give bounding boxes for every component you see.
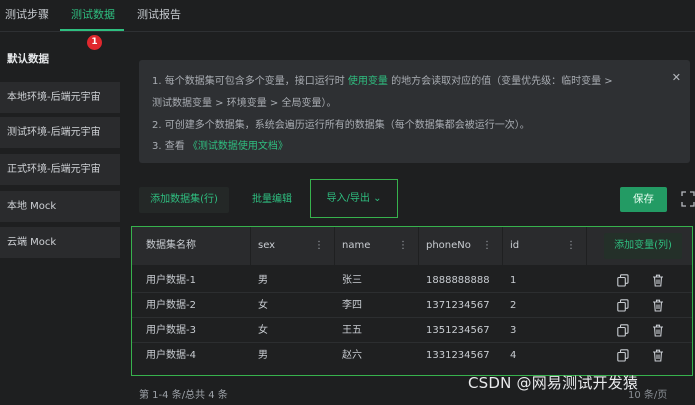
import-export-label: 导入/导出 — [326, 193, 370, 204]
column-menu-icon[interactable]: ⋮ — [482, 227, 492, 265]
column-divider — [502, 227, 503, 265]
batch-edit-button[interactable]: 批量编辑 — [243, 187, 301, 213]
active-tab-indicator — [60, 29, 124, 31]
cell-phone[interactable]: 1888888888 — [426, 268, 490, 293]
cell-dataset[interactable]: 用户数据-1 — [146, 268, 196, 293]
cell-dataset[interactable]: 用户数据-3 — [146, 318, 196, 343]
tab-test-data[interactable]: 测试数据 — [71, 0, 115, 32]
save-button[interactable]: 保存 — [620, 187, 667, 212]
cell-sex[interactable]: 男 — [258, 268, 268, 293]
info-line-4-text: 3. 查看 — [152, 141, 185, 152]
cell-phone[interactable]: 1331234567 — [426, 343, 490, 368]
import-export-dropdown[interactable]: 导入/导出 ⌄ — [310, 179, 398, 218]
add-column-button[interactable]: 添加变量(列) — [604, 233, 682, 259]
cell-dataset[interactable]: 用户数据-2 — [146, 293, 196, 318]
trash-icon[interactable] — [652, 349, 664, 362]
cell-id[interactable]: 1 — [510, 268, 516, 293]
table-header: 数据集名称 sex ⋮ name ⋮ phoneNo ⋮ id ⋮ 添加变量(列… — [132, 227, 692, 265]
sidebar-item-local-mock[interactable]: 本地 Mock — [0, 191, 120, 222]
sidebar-item-test-env[interactable]: 测试环境-后端元宇宙 — [0, 117, 120, 148]
column-divider — [586, 227, 587, 265]
pagination-summary: 第 1-4 条/总共 4 条 — [139, 390, 228, 401]
cell-id[interactable]: 3 — [510, 318, 516, 343]
tab-bar: 测试步骤 测试数据 测试报告 — [0, 0, 695, 32]
column-header-phone: phoneNo — [426, 240, 471, 251]
column-divider — [250, 227, 251, 265]
column-menu-icon[interactable]: ⋮ — [398, 227, 408, 265]
column-menu-icon[interactable]: ⋮ — [314, 227, 324, 265]
info-panel: 1. 每个数据集可包含多个变量，接口运行时 使用变量 的地方会读取对应的值（变量… — [139, 60, 690, 163]
table-row: 用户数据-2 女 李四 1371234567 2 — [132, 293, 692, 318]
use-variable-link[interactable]: 使用变量 — [348, 76, 388, 87]
sidebar-item-local-env[interactable]: 本地环境-后端元宇宙 — [0, 82, 120, 113]
chevron-down-icon: ⌄ — [373, 193, 382, 204]
table-row: 用户数据-3 女 王五 1351234567 3 — [132, 318, 692, 343]
cell-sex[interactable]: 男 — [258, 343, 268, 368]
column-divider — [418, 227, 419, 265]
column-header-sex: sex — [258, 240, 276, 251]
cell-dataset[interactable]: 用户数据-4 — [146, 343, 196, 368]
table-row: 用户数据-4 男 赵六 1331234567 4 — [132, 343, 692, 368]
fullscreen-icon[interactable] — [681, 191, 695, 207]
cell-name[interactable]: 赵六 — [342, 343, 362, 368]
docs-link[interactable]: 《测试数据使用文档》 — [188, 141, 288, 152]
cell-name[interactable]: 王五 — [342, 318, 362, 343]
cell-name[interactable]: 张三 — [342, 268, 362, 293]
cell-id[interactable]: 4 — [510, 343, 516, 368]
tab-test-steps[interactable]: 测试步骤 — [5, 0, 49, 32]
column-header-name: name — [342, 240, 371, 251]
info-line-1-text: 1. 每个数据集可包含多个变量，接口运行时 — [152, 76, 345, 87]
cell-name[interactable]: 李四 — [342, 293, 362, 318]
info-line-1: 1. 每个数据集可包含多个变量，接口运行时 使用变量 的地方会读取对应的值（变量… — [152, 72, 613, 87]
tab-test-report[interactable]: 测试报告 — [137, 0, 181, 32]
cell-sex[interactable]: 女 — [258, 293, 268, 318]
cell-sex[interactable]: 女 — [258, 318, 268, 343]
info-line-4: 3. 查看 《测试数据使用文档》 — [152, 137, 288, 152]
sidebar-item-cloud-mock[interactable]: 云端 Mock — [0, 227, 120, 258]
copy-icon[interactable] — [617, 349, 629, 362]
trash-icon[interactable] — [652, 274, 664, 287]
copy-icon[interactable] — [617, 299, 629, 312]
cell-phone[interactable]: 1371234567 — [426, 293, 490, 318]
info-line-3: 2. 可创建多个数据集，系统会遍历运行所有的数据集（每个数据集都会被运行一次）。 — [152, 120, 530, 131]
cell-id[interactable]: 2 — [510, 293, 516, 318]
column-header-id: id — [510, 240, 520, 251]
app-root: 测试步骤 测试数据 测试报告 1 默认数据 本地环境-后端元宇宙 测试环境-后端… — [0, 0, 695, 405]
copy-icon[interactable] — [617, 324, 629, 337]
trash-icon[interactable] — [652, 299, 664, 312]
trash-icon[interactable] — [652, 324, 664, 337]
column-header-dataset: 数据集名称 — [146, 240, 196, 251]
add-dataset-button[interactable]: 添加数据集(行) — [139, 187, 229, 213]
sidebar-heading: 默认数据 — [7, 53, 49, 65]
dataset-table: 数据集名称 sex ⋮ name ⋮ phoneNo ⋮ id ⋮ 添加变量(列… — [131, 226, 693, 376]
cell-phone[interactable]: 1351234567 — [426, 318, 490, 343]
watermark: CSDN @网易测试开发猿 — [468, 374, 639, 392]
sidebar-item-prod-env[interactable]: 正式环境-后端元宇宙 — [0, 154, 120, 185]
table-row: 用户数据-1 男 张三 1888888888 1 — [132, 268, 692, 293]
column-divider — [334, 227, 335, 265]
column-menu-icon[interactable]: ⋮ — [566, 227, 576, 265]
info-line-1-rest: 的地方会读取对应的值（变量优先级：临时变量 > — [391, 76, 613, 87]
close-icon[interactable]: ✕ — [672, 71, 681, 84]
info-line-2: 测试数据变量 > 环境变量 > 全局变量）。 — [152, 98, 337, 109]
copy-icon[interactable] — [617, 274, 629, 287]
